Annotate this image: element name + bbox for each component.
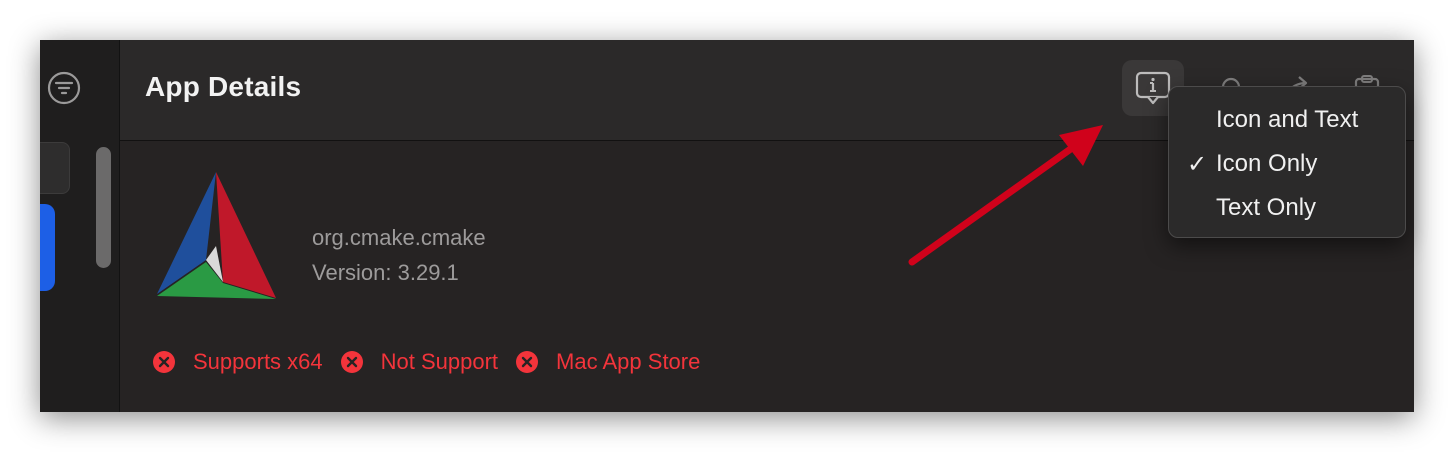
- sidebar-list-item-selected[interactable]: [40, 204, 55, 291]
- menu-item-icon-and-text[interactable]: Icon and Text: [1169, 100, 1405, 140]
- tag-supports-x64: Supports x64: [153, 349, 323, 375]
- tag-label: Supports x64: [193, 349, 323, 374]
- sidebar-list-item[interactable]: [40, 142, 70, 194]
- menu-item-icon-only[interactable]: ✓ Icon Only: [1169, 144, 1405, 184]
- bundle-id: org.cmake.cmake: [312, 225, 486, 250]
- menu-item-label: Icon Only: [1216, 150, 1318, 177]
- tag-mac-app-store: Mac App Store: [516, 349, 700, 375]
- version-label: Version: 3.29.1: [312, 260, 459, 285]
- menu-item-label: Icon and Text: [1216, 106, 1359, 133]
- cmake-logo: [154, 170, 279, 302]
- info-bubble-icon: [1135, 71, 1171, 105]
- sidebar-scrollbar[interactable]: [96, 147, 111, 268]
- menu-item-label: Text Only: [1216, 194, 1317, 221]
- sidebar: [40, 40, 120, 412]
- checkmark-icon: ✓: [1187, 151, 1208, 178]
- filter-icon[interactable]: [47, 71, 81, 105]
- x-circle-icon: [340, 351, 363, 373]
- tag-label: Mac App Store: [556, 349, 701, 374]
- page-title: App Details: [145, 71, 302, 102]
- toolbar-style-menu: Icon and Text ✓ Icon Only Text Only: [1168, 86, 1406, 238]
- x-circle-icon: [516, 351, 539, 373]
- tag-not-support: Not Support: [340, 349, 499, 375]
- tag-label: Not Support: [380, 349, 499, 374]
- tags-row: Supports x64 Not Support Mac App Store: [153, 349, 718, 375]
- x-circle-icon: [153, 351, 175, 373]
- menu-item-text-only[interactable]: Text Only: [1169, 188, 1405, 228]
